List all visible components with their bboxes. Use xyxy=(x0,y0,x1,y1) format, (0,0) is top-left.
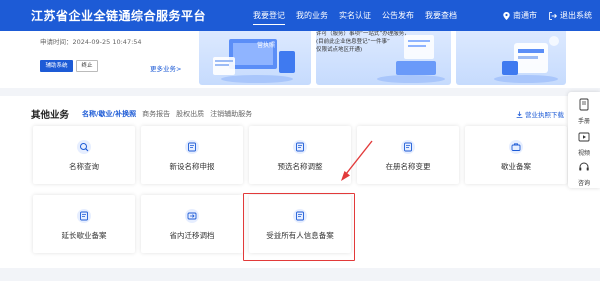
annotation-arrow xyxy=(341,140,373,181)
side-manual-label: 手册 xyxy=(577,118,590,125)
side-consult-label: 咨询 xyxy=(577,180,590,187)
headset-icon xyxy=(579,162,589,171)
page-bottom xyxy=(0,268,600,281)
side-video-label: 视频 xyxy=(577,150,590,157)
side-manual[interactable]: 手册 xyxy=(568,96,600,125)
manual-icon xyxy=(579,98,589,111)
side-consult[interactable]: 咨询 xyxy=(568,158,600,187)
side-toolbar: 手册 视频 咨询 xyxy=(568,92,600,188)
video-icon xyxy=(578,132,590,142)
side-video[interactable]: 视频 xyxy=(568,128,600,157)
